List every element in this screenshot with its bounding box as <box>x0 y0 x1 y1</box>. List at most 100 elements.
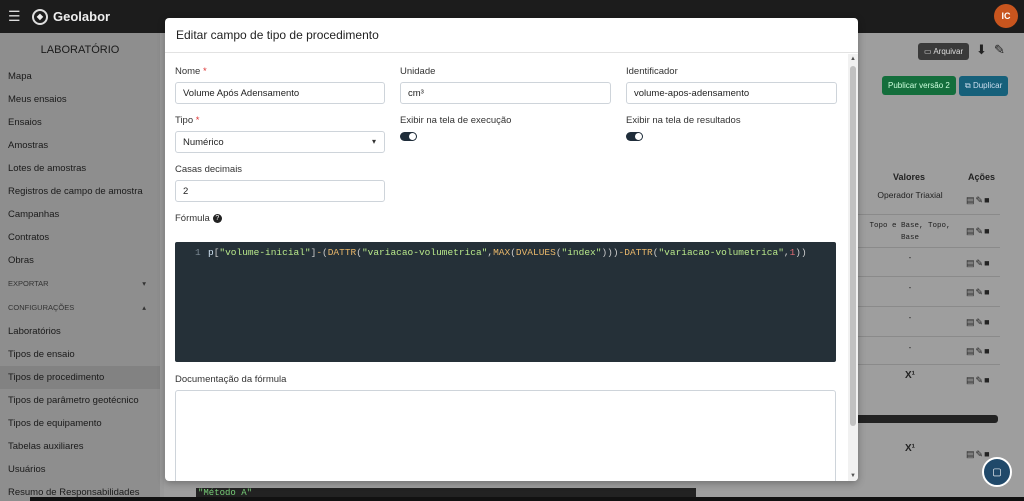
row-actions[interactable]: ▤✎■ <box>966 195 991 206</box>
row-divider <box>840 306 1000 307</box>
row-actions[interactable]: ▤✎■ <box>966 258 991 269</box>
section-config-label: CONFIGURAÇÕES <box>8 303 75 312</box>
edit-icon[interactable]: ✎ <box>976 226 985 236</box>
sidebar-item-contratos[interactable]: Contratos <box>0 226 160 249</box>
copy-icon[interactable]: ▤ <box>966 317 976 327</box>
exibir-execucao-toggle[interactable] <box>400 132 417 141</box>
scroll-down-icon[interactable]: ▼ <box>848 473 858 479</box>
row-actions[interactable]: ▤✎■ <box>966 317 991 328</box>
sidebar-item-tabelas-auxiliares[interactable]: Tabelas auxiliares <box>0 435 160 458</box>
scrollbar-thumb[interactable] <box>850 66 856 426</box>
chat-button[interactable]: ▢ <box>982 457 1012 487</box>
sidebar-item-tipos-parametro[interactable]: Tipos de parâmetro geotécnico <box>0 389 160 412</box>
sidebar: LABORATÓRIO Mapa Meus ensaios Ensaios Am… <box>0 33 160 501</box>
sidebar-item-lotes[interactable]: Lotes de amostras <box>0 157 160 180</box>
row-actions[interactable]: ▤✎■ <box>966 375 991 386</box>
copy-icon[interactable]: ▤ <box>966 258 976 268</box>
trash-icon[interactable]: ■ <box>984 258 990 268</box>
edit-icon[interactable]: ✎ <box>976 195 985 205</box>
formula-token: MAX <box>493 247 511 258</box>
trash-icon[interactable]: ■ <box>984 195 990 205</box>
unidade-input[interactable]: cm³ <box>400 82 611 104</box>
row-actions[interactable]: ▤✎■ <box>966 449 991 460</box>
edit-icon[interactable]: ✎ <box>976 287 985 297</box>
download-icon[interactable]: ⬇ <box>976 42 987 58</box>
sidebar-item-mapa[interactable]: Mapa <box>0 65 160 88</box>
formula-editor[interactable]: 1 p["volume-inicial"]-(DATTR("variacao-v… <box>175 242 836 362</box>
trash-icon[interactable]: ■ <box>984 287 990 297</box>
edit-icon[interactable]: ✎ <box>994 42 1005 58</box>
copy-icon[interactable]: ▤ <box>966 375 976 385</box>
chevron-down-icon: ▾ <box>371 137 376 146</box>
sidebar-item-tipos-procedimento[interactable]: Tipos de procedimento <box>0 366 160 389</box>
sidebar-title: LABORATÓRIO <box>40 44 120 56</box>
scroll-up-icon[interactable]: ▲ <box>848 56 858 62</box>
exibir-resultados-toggle[interactable] <box>626 132 643 141</box>
nome-input[interactable]: Volume Após Adensamento <box>175 82 385 104</box>
edit-icon[interactable]: ✎ <box>976 346 985 356</box>
unidade-label: Unidade <box>400 66 436 77</box>
sidebar-item-tipos-ensaio[interactable]: Tipos de ensaio <box>0 343 160 366</box>
sidebar-item-campanhas[interactable]: Campanhas <box>0 203 160 226</box>
row-actions[interactable]: ▤✎■ <box>966 346 991 357</box>
code-preview-bar <box>840 415 998 423</box>
tipo-selected-value: Numérico <box>183 136 224 148</box>
edit-field-modal: Editar campo de tipo de procedimento Nom… <box>165 18 858 481</box>
sidebar-item-meus-ensaios[interactable]: Meus ensaios <box>0 88 160 111</box>
table-cell-valores: Operador Triaxial <box>877 190 943 200</box>
table-cell-valores: - <box>908 343 912 352</box>
modal-scrollbar[interactable]: ▲ ▼ <box>848 54 858 481</box>
edit-icon[interactable]: ✎ <box>976 449 985 459</box>
sidebar-item-usuarios[interactable]: Usuários <box>0 458 160 481</box>
table-cell-valores: - <box>908 253 912 262</box>
copy-icon[interactable]: ▤ <box>966 287 976 297</box>
trash-icon[interactable]: ■ <box>984 226 990 236</box>
sidebar-item-amostras[interactable]: Amostras <box>0 134 160 157</box>
casas-decimais-input[interactable]: 2 <box>175 180 385 202</box>
app-logo[interactable]: ◆ Geolabor <box>32 8 110 25</box>
sidebar-section-exportar[interactable]: EXPORTAR ▾ <box>0 272 160 296</box>
sidebar-item-ensaios[interactable]: Ensaios <box>0 111 160 134</box>
tipo-select[interactable]: Numérico ▾ <box>175 131 385 153</box>
trash-icon[interactable]: ■ <box>984 317 990 327</box>
tipo-label-text: Tipo <box>175 115 194 126</box>
avatar[interactable]: IC <box>994 4 1018 28</box>
section-exportar-label: EXPORTAR <box>8 279 49 288</box>
edit-icon[interactable]: ✎ <box>976 375 985 385</box>
menu-icon[interactable]: ☰ <box>8 8 22 25</box>
table-cell-valores: - <box>908 283 912 292</box>
formula-code[interactable]: p["volume-inicial"]-(DATTR("variacao-vol… <box>208 247 807 258</box>
sidebar-item-laboratorios[interactable]: Laboratórios <box>0 320 160 343</box>
formula-label: Fórmula? <box>175 213 222 224</box>
publicar-button[interactable]: Publicar versão 2 <box>882 76 956 95</box>
duplicar-button[interactable]: ⧉ Duplicar <box>959 76 1009 96</box>
arquivar-button[interactable]: ▭ Arquivar <box>918 43 970 60</box>
edit-icon[interactable]: ✎ <box>976 258 985 268</box>
edit-icon[interactable]: ✎ <box>976 317 985 327</box>
sidebar-item-registros[interactable]: Registros de campo de amostra <box>0 180 160 203</box>
sidebar-section-configuracoes[interactable]: CONFIGURAÇÕES ▴ <box>0 296 160 320</box>
exibir-resultados-label: Exibir na tela de resultados <box>626 115 741 126</box>
sidebar-item-tipos-equipamento[interactable]: Tipos de equipamento <box>0 412 160 435</box>
copy-icon[interactable]: ▤ <box>966 226 976 236</box>
identificador-input[interactable]: volume-apos-adensamento <box>626 82 837 104</box>
modal-body: Nome * Volume Após Adensamento Unidade c… <box>165 54 848 481</box>
identificador-label: Identificador <box>626 66 678 77</box>
required-marker: * <box>195 115 200 126</box>
row-divider <box>840 214 1000 215</box>
formula-token: DATTR <box>327 247 357 258</box>
chevron-up-icon: ▴ <box>142 303 146 312</box>
copy-icon[interactable]: ▤ <box>966 449 976 459</box>
copy-icon[interactable]: ▤ <box>966 195 976 205</box>
trash-icon[interactable]: ■ <box>984 346 990 356</box>
trash-icon[interactable]: ■ <box>984 375 990 385</box>
help-icon[interactable]: ? <box>212 213 222 223</box>
table-cell-valores: - <box>908 313 912 322</box>
copy-icon[interactable]: ▤ <box>966 346 976 356</box>
table-cell-valores: X¹ <box>905 443 915 454</box>
sidebar-item-obras[interactable]: Obras <box>0 249 160 272</box>
formula-token: "volume-inicial" <box>219 247 311 258</box>
row-actions[interactable]: ▤✎■ <box>966 287 991 298</box>
documentacao-textarea[interactable] <box>175 390 836 481</box>
row-actions[interactable]: ▤✎■ <box>966 226 991 237</box>
